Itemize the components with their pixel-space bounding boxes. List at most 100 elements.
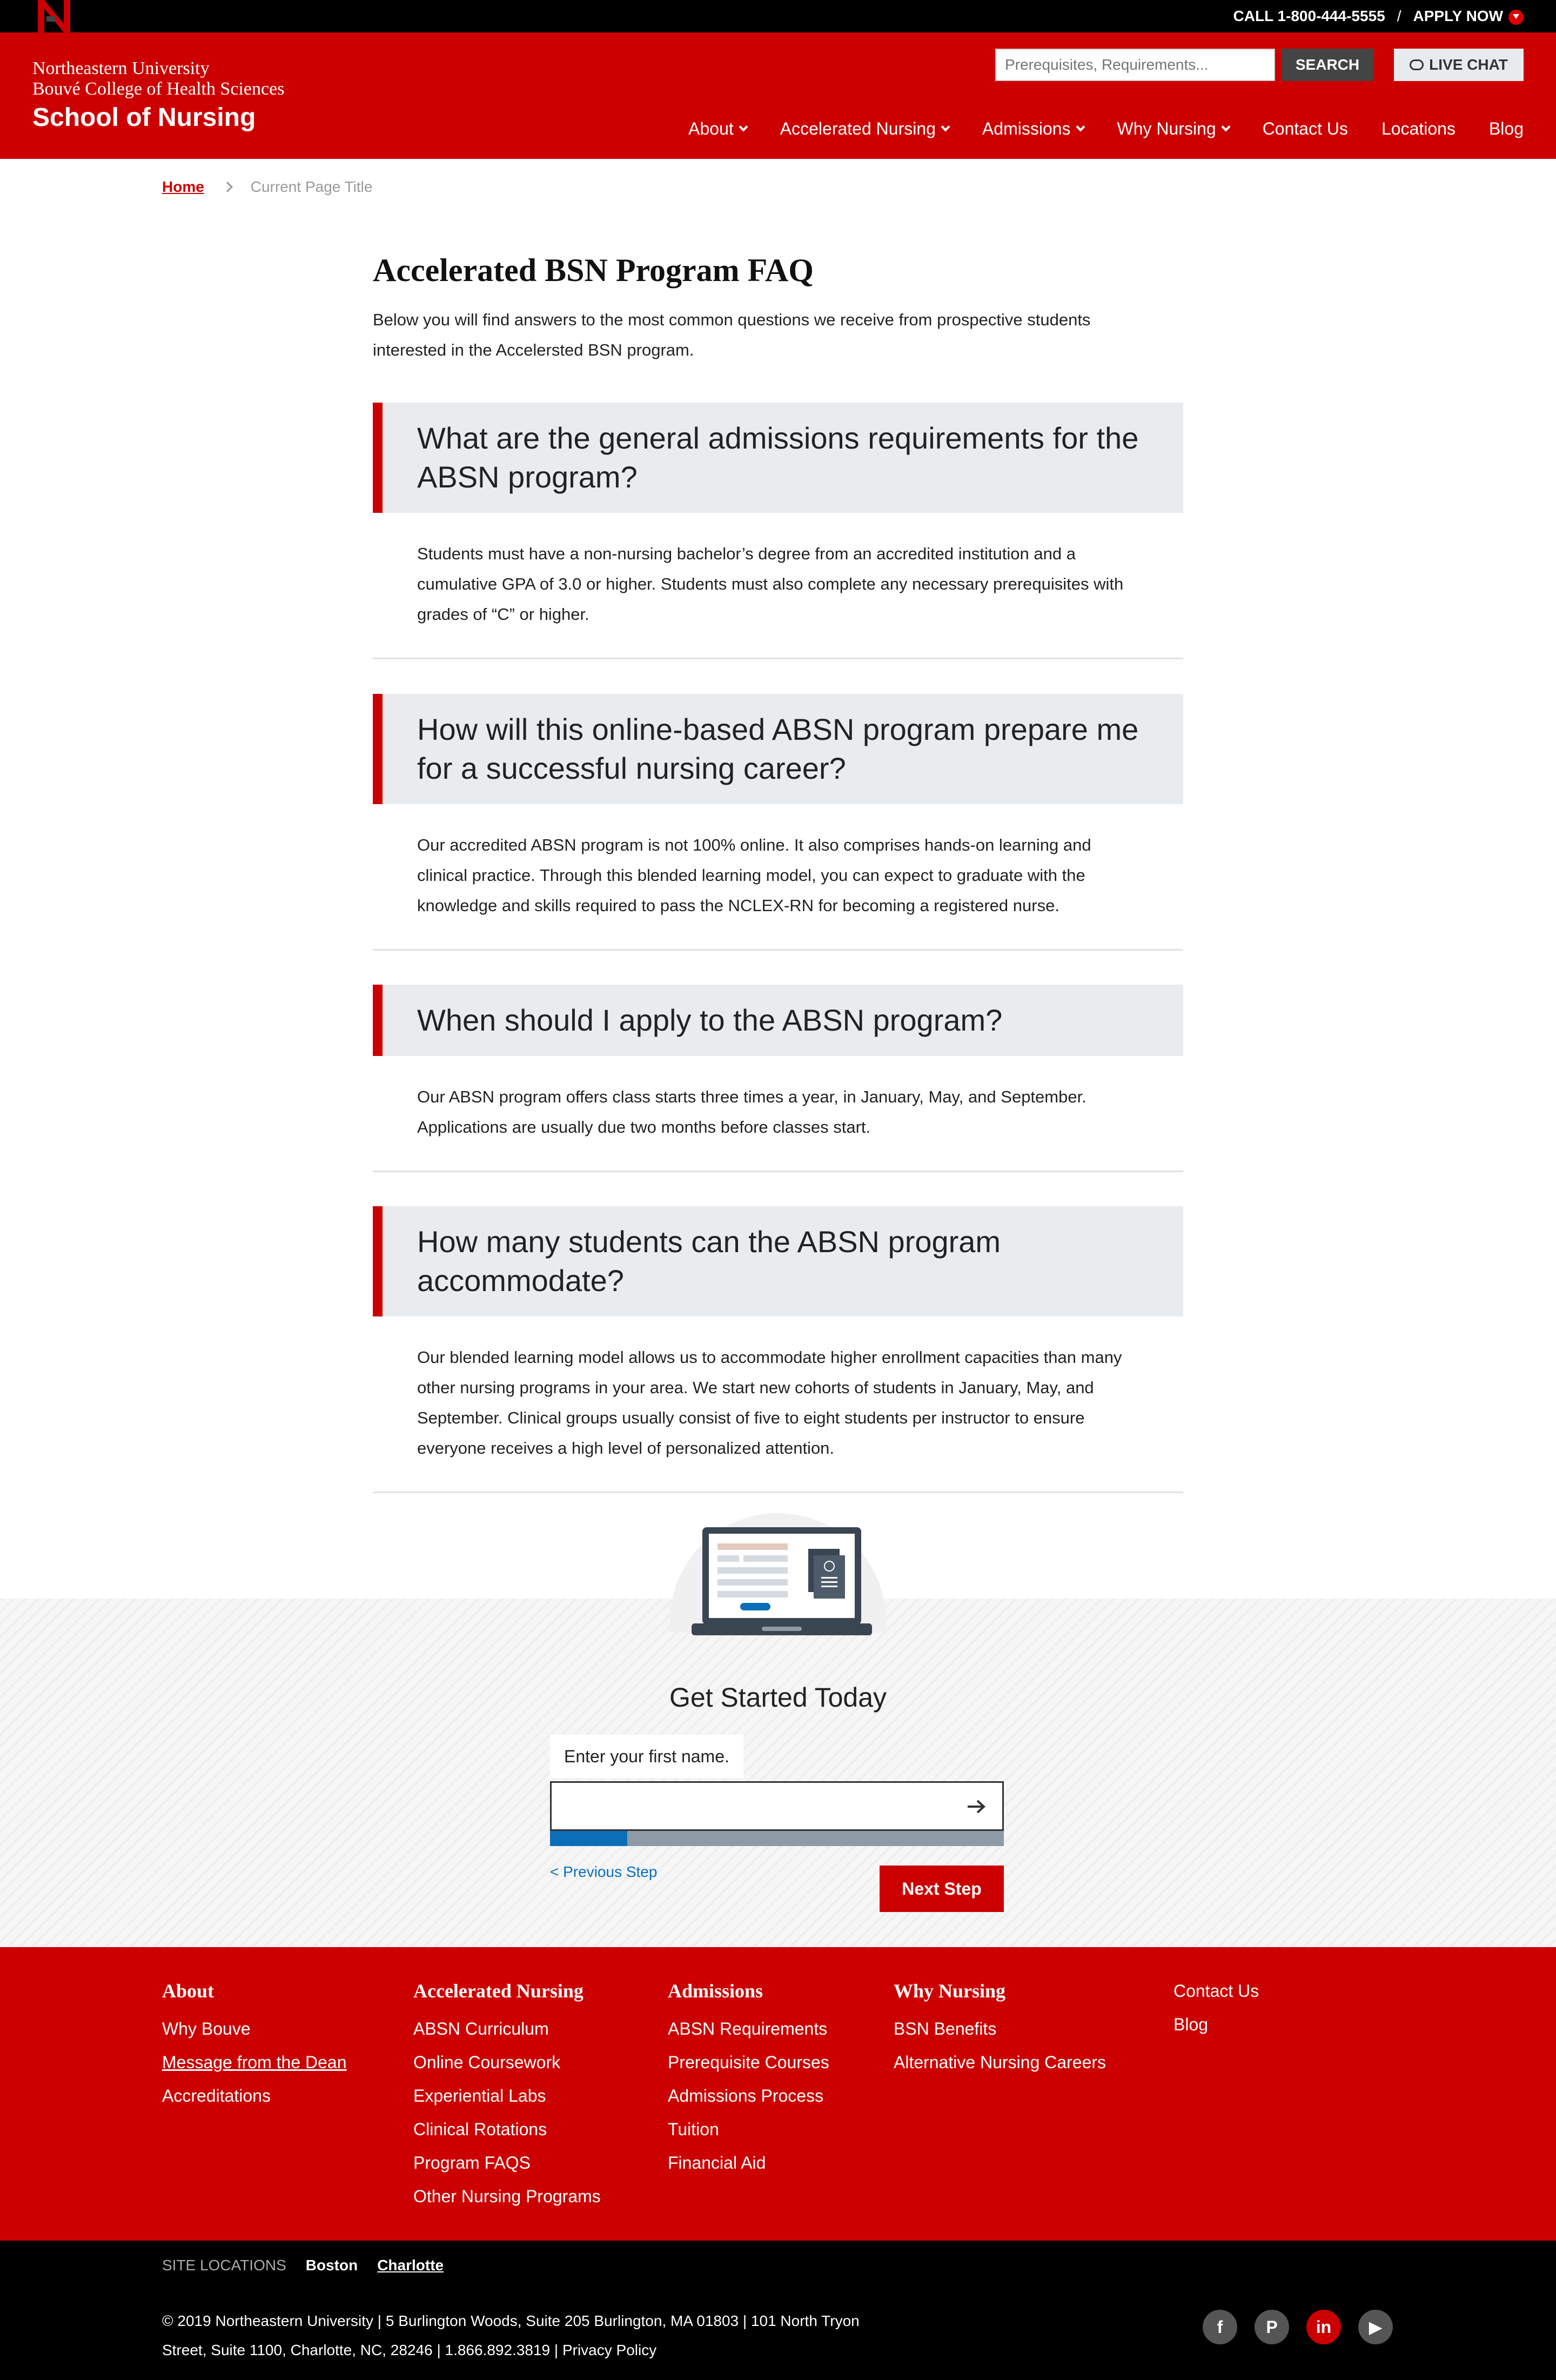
nav-label[interactable]: Why Nursing: [1117, 119, 1216, 139]
breadcrumb: Home Current Page Title: [162, 178, 372, 196]
faq-answer: Students must have a non-nursing bachelo…: [417, 544, 1124, 624]
copyright-line: Street, Suite 1100, Charlotte, NC, 28246…: [162, 2342, 657, 2358]
faq-answer: Our accredited ABSN program is not 100% …: [417, 835, 1091, 915]
chat-bubble-icon: [1410, 59, 1424, 70]
footer-link[interactable]: Message from the Dean: [162, 2045, 347, 2079]
faq-divider: [373, 1492, 1183, 1493]
bottom-bar: SITE LOCATIONS Boston Charlotte © 2019 N…: [0, 2241, 1556, 2380]
facebook-icon[interactable]: f: [1203, 2310, 1237, 2344]
arrow-right-icon[interactable]: [967, 1799, 986, 1814]
footer-heading[interactable]: About: [162, 1980, 347, 2002]
first-name-field[interactable]: [550, 1781, 1004, 1831]
chevron-down-icon[interactable]: [739, 122, 748, 131]
linkedin-icon[interactable]: in: [1306, 2310, 1341, 2344]
search-input[interactable]: [995, 49, 1275, 81]
copyright-line: © 2019 Northeastern University | 5 Burli…: [162, 2312, 860, 2329]
search-button[interactable]: SEARCH: [1282, 49, 1373, 81]
laptop-illustration-icon: [692, 1527, 872, 1635]
faq-item: How will this online-based ABSN program …: [373, 694, 1183, 951]
footer-link[interactable]: Program FAQS: [413, 2146, 601, 2180]
top-bar: CALL 1-800-444-5555 / APPLY NOW: [0, 0, 1556, 32]
faq-question: How many students can the ABSN program a…: [373, 1206, 1183, 1316]
faq-divider: [373, 658, 1183, 659]
footer-column-admissions: Admissions ABSN Requirements Prerequisit…: [668, 1980, 829, 2180]
footer-link[interactable]: Other Nursing Programs: [413, 2180, 601, 2213]
footer-link[interactable]: Experiential Labs: [413, 2079, 601, 2112]
footer-link[interactable]: Online Coursework: [413, 2045, 601, 2079]
live-chat-label[interactable]: LIVE CHAT: [1429, 56, 1508, 73]
chevron-down-icon[interactable]: [1076, 122, 1085, 131]
nav-label[interactable]: Contact Us: [1263, 119, 1348, 139]
nav-item-contact-us[interactable]: Contact Us: [1263, 119, 1348, 139]
chevron-down-icon[interactable]: [941, 122, 950, 131]
footer-column-about: About Why Bouve Message from the Dean Ac…: [162, 1980, 347, 2112]
get-started-title: Get Started Today: [669, 1682, 887, 1713]
footer-heading[interactable]: Admissions: [668, 1980, 829, 2002]
footer-link[interactable]: Clinical Rotations: [413, 2112, 601, 2146]
brand-university[interactable]: Northeastern University: [32, 58, 284, 79]
nav-item-accelerated-nursing[interactable]: Accelerated Nursing: [780, 119, 950, 139]
breadcrumb-home-link[interactable]: Home: [162, 178, 204, 196]
faq-item: When should I apply to the ABSN program?…: [373, 985, 1183, 1172]
apply-now-label[interactable]: APPLY NOW: [1413, 8, 1503, 24]
footer-link[interactable]: Prerequisite Courses: [668, 2045, 829, 2079]
main-nav: About Accelerated Nursing Admissions Why…: [688, 119, 1524, 139]
footer-link[interactable]: ABSN Curriculum: [413, 2012, 601, 2045]
footer-column-contact: Contact Us Blog: [1173, 1974, 1259, 2041]
chevron-right-icon: [222, 182, 233, 192]
nav-item-locations[interactable]: Locations: [1381, 119, 1456, 139]
youtube-icon[interactable]: ▶: [1358, 2310, 1393, 2344]
nav-item-admissions[interactable]: Admissions: [982, 119, 1085, 139]
footer-column-why-nursing: Why Nursing BSN Benefits Alternative Nur…: [894, 1980, 1106, 2079]
nav-label[interactable]: Locations: [1381, 119, 1456, 139]
breadcrumb-current: Current Page Title: [250, 178, 373, 195]
faq-question: How will this online-based ABSN program …: [373, 694, 1183, 804]
nav-label[interactable]: About: [688, 119, 734, 139]
northeastern-logo-icon[interactable]: [32, 0, 76, 32]
site-charlotte-link[interactable]: Charlotte: [377, 2257, 444, 2274]
footer-link[interactable]: Why Bouve: [162, 2012, 347, 2045]
footer-column-accelerated-nursing: Accelerated Nursing ABSN Curriculum Onli…: [413, 1980, 601, 2213]
footer-heading[interactable]: Accelerated Nursing: [413, 1980, 601, 2002]
next-step-button[interactable]: Next Step: [880, 1866, 1004, 1912]
footer-link[interactable]: Financial Aid: [668, 2146, 829, 2180]
main-content: Accelerated BSN Program FAQ Below you wi…: [373, 249, 1183, 365]
faq-divider: [373, 1171, 1183, 1172]
chevron-down-circle-icon[interactable]: [1508, 9, 1524, 25]
page-intro: Below you will find answers to the most …: [373, 310, 1091, 359]
pinterest-icon[interactable]: P: [1255, 2310, 1289, 2344]
phone-link[interactable]: CALL 1-800-444-5555: [1233, 8, 1385, 25]
chevron-down-icon[interactable]: [1221, 122, 1231, 131]
footer-link[interactable]: ABSN Requirements: [668, 2012, 829, 2045]
apply-now-link[interactable]: APPLY NOW: [1413, 8, 1524, 25]
site-locations: SITE LOCATIONS Boston Charlotte: [162, 2257, 444, 2274]
nav-item-about[interactable]: About: [688, 119, 748, 139]
faq-divider: [373, 949, 1183, 951]
footer-heading[interactable]: Why Nursing: [894, 1980, 1106, 2002]
topbar-separator: /: [1397, 8, 1401, 24]
brand-college[interactable]: Bouvé College of Health Sciences: [32, 79, 284, 99]
footer-link[interactable]: Alternative Nursing Careers: [894, 2045, 1106, 2079]
faq-answer: Our blended learning model allows us to …: [417, 1348, 1122, 1458]
nav-item-blog[interactable]: Blog: [1489, 119, 1524, 139]
live-chat-button[interactable]: LIVE CHAT: [1394, 49, 1524, 81]
faq-question: What are the general admissions requirem…: [373, 403, 1183, 513]
nav-label[interactable]: Blog: [1489, 119, 1524, 139]
footer-link[interactable]: Tuition: [668, 2112, 829, 2146]
social-links: f P in ▶: [1203, 2310, 1393, 2344]
footer-link[interactable]: Admissions Process: [668, 2079, 829, 2112]
nav-label[interactable]: Accelerated Nursing: [780, 119, 936, 139]
faq-answer: Our ABSN program offers class starts thr…: [417, 1087, 1086, 1136]
form-progress-bar: [550, 1831, 1004, 1846]
brand-school[interactable]: School of Nursing: [32, 102, 284, 134]
footer-link[interactable]: Contact Us: [1173, 1974, 1259, 2008]
site-boston-link[interactable]: Boston: [306, 2257, 358, 2274]
footer-link[interactable]: BSN Benefits: [894, 2012, 1106, 2045]
footer-link[interactable]: Blog: [1173, 2008, 1259, 2041]
nav-item-why-nursing[interactable]: Why Nursing: [1117, 119, 1231, 139]
nav-label[interactable]: Admissions: [982, 119, 1071, 139]
footer-link[interactable]: Accreditations: [162, 2079, 347, 2112]
faq-question: When should I apply to the ABSN program?: [373, 985, 1183, 1056]
previous-step-link[interactable]: < Previous Step: [550, 1863, 657, 1881]
brand-logo[interactable]: Northeastern University Bouvé College of…: [32, 58, 284, 134]
